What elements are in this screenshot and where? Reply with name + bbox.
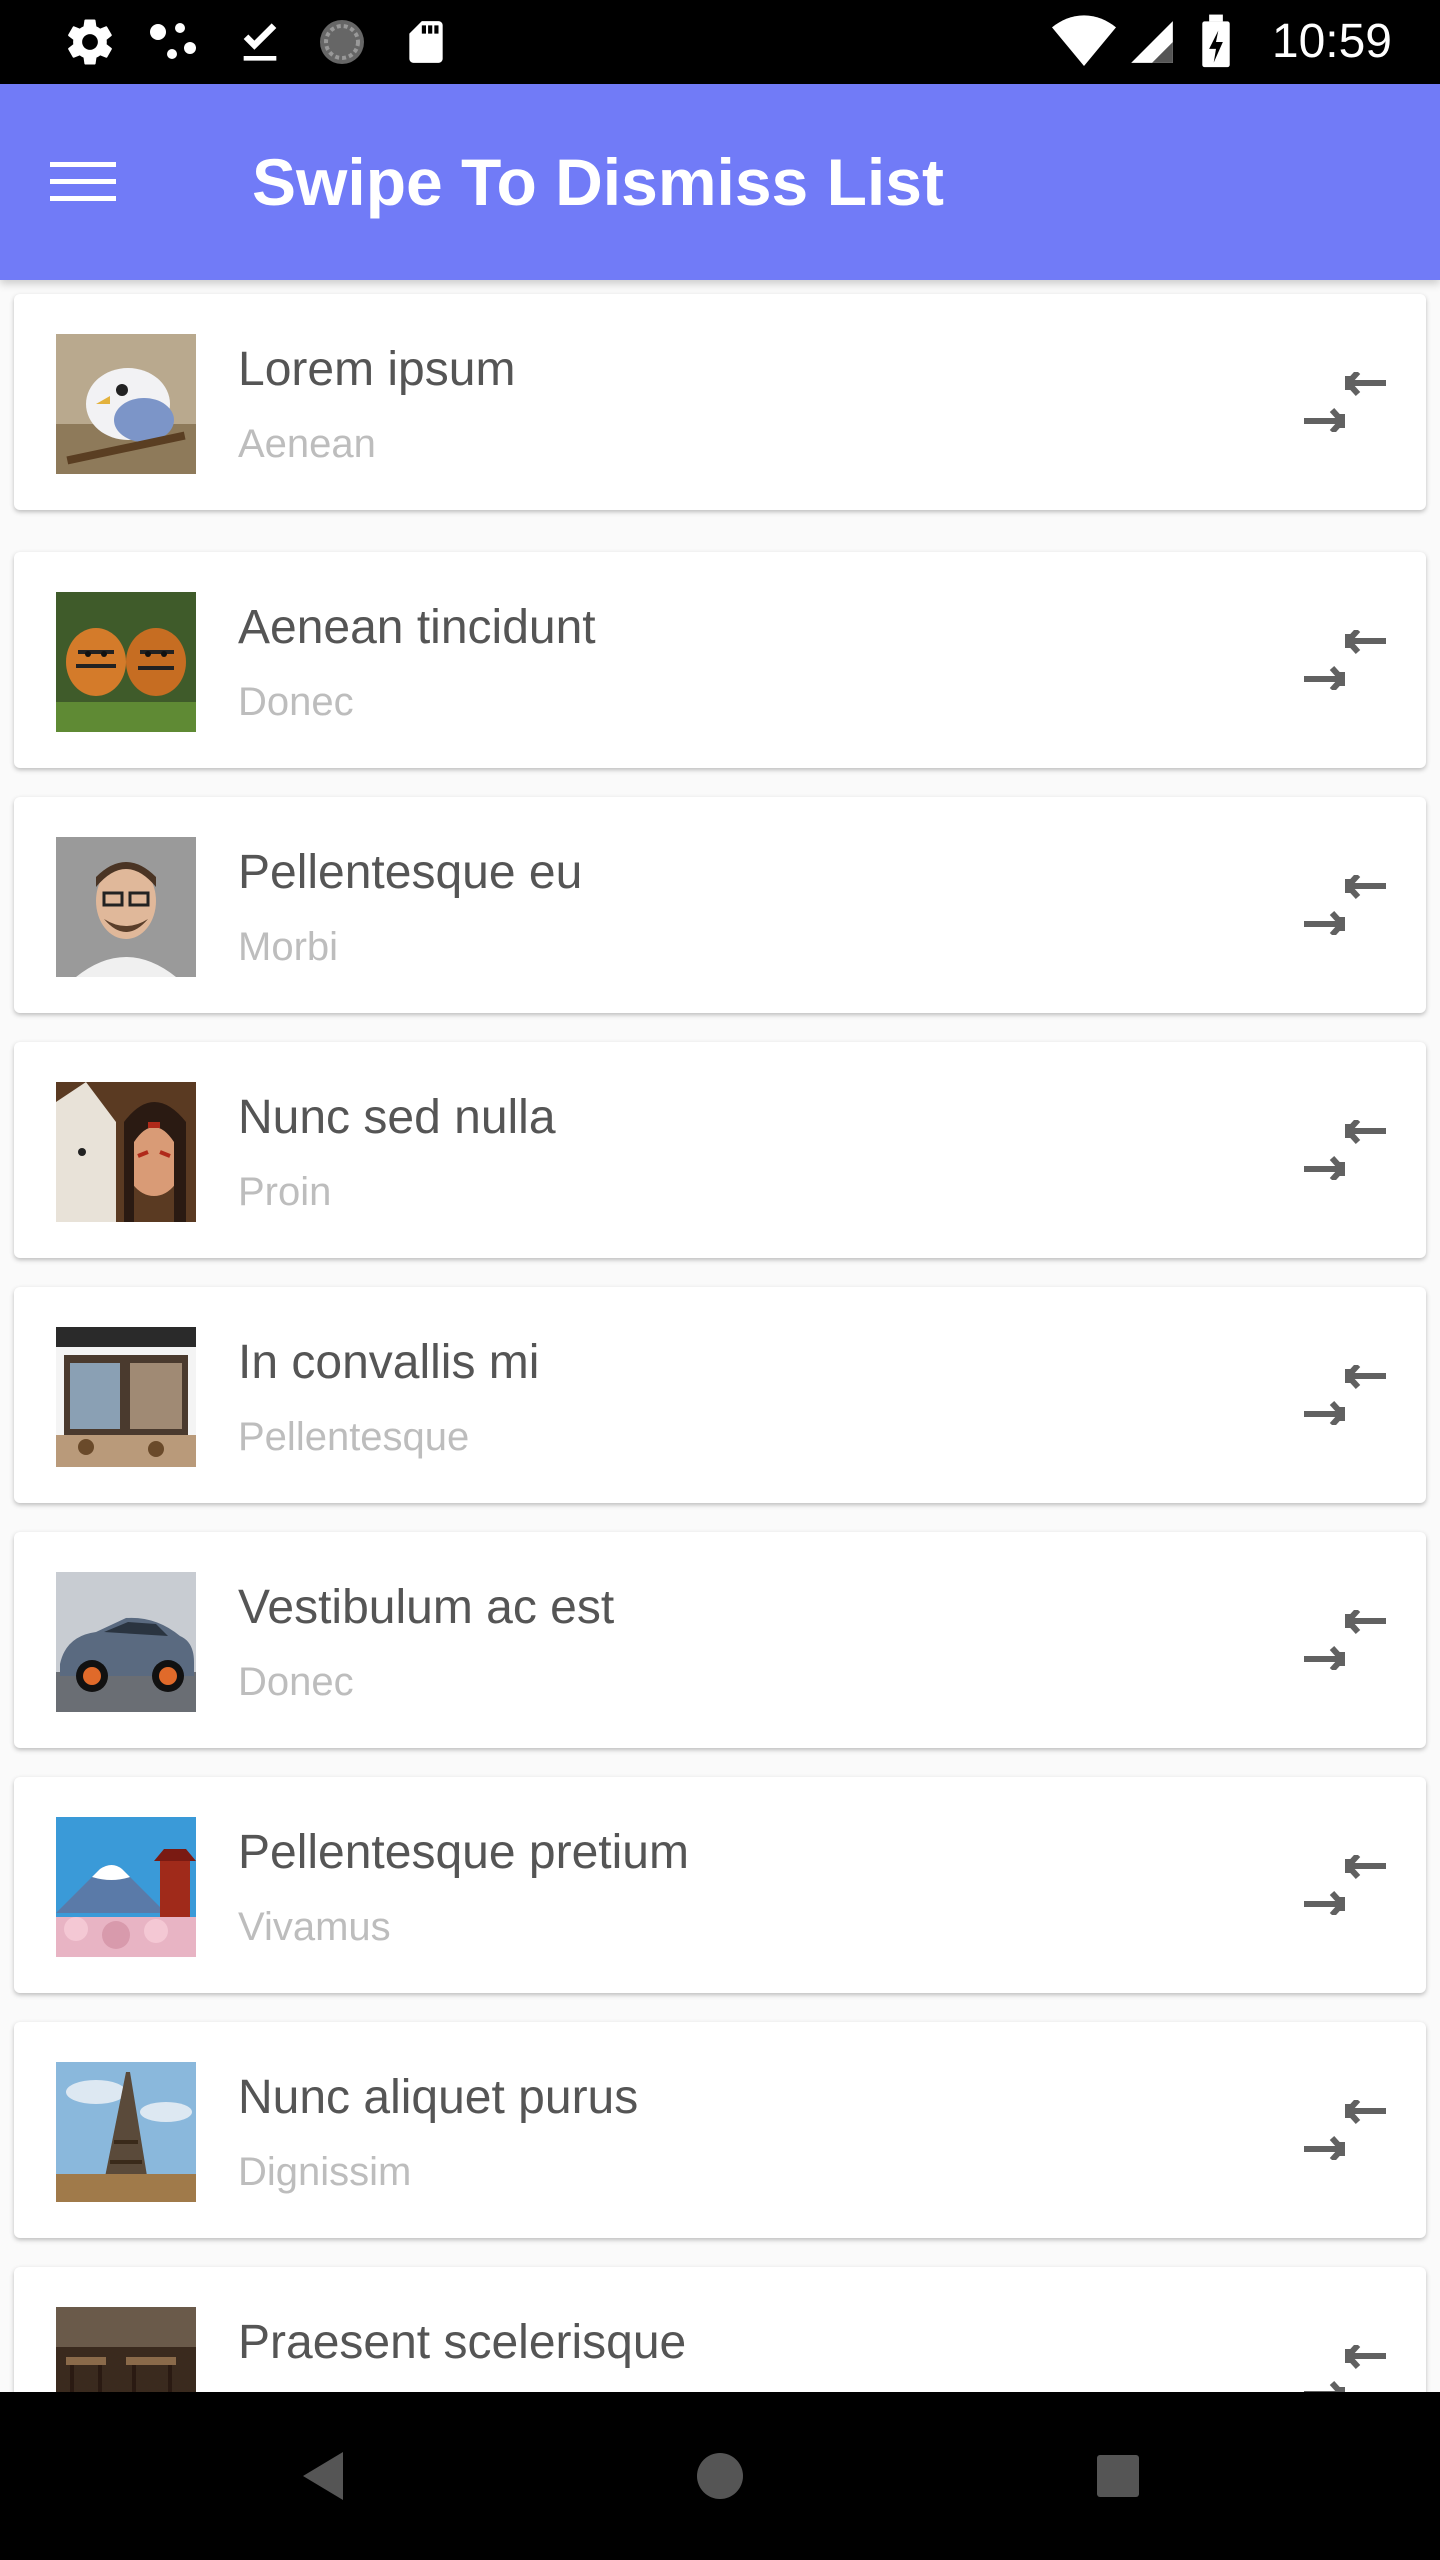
list-item[interactable]: Vestibulum ac est Donec: [14, 1532, 1426, 1748]
item-subtitle: Pellentesque: [238, 1415, 470, 1459]
car-image: [56, 1572, 196, 1712]
page-title: Swipe To Dismiss List: [252, 145, 944, 219]
list-item[interactable]: Lorem ipsum Aenean: [14, 294, 1426, 510]
man-portrait-image: [56, 837, 196, 977]
status-time: 10:59: [1271, 15, 1392, 68]
list-item[interactable]: Pellentesque pretium Vivamus: [14, 1777, 1426, 1993]
battery-charging-icon: [1196, 14, 1236, 70]
status-bar: 10:59: [0, 0, 1440, 84]
compress-arrows-icon[interactable]: [1300, 620, 1390, 700]
list-item[interactable]: Pellentesque eu Morbi: [14, 797, 1426, 1013]
item-subtitle: Vivamus: [238, 1905, 391, 1949]
item-title: Pellentesque eu: [238, 846, 583, 899]
item-title: In convallis mi: [238, 1336, 540, 1389]
item-title: Nunc sed nulla: [238, 1091, 556, 1144]
item-title: Lorem ipsum: [238, 343, 516, 396]
compress-arrows-icon[interactable]: [1300, 2090, 1390, 2170]
recents-square-icon[interactable]: [1078, 2436, 1158, 2516]
item-subtitle: Proin: [238, 1170, 332, 1214]
hamburger-menu-icon[interactable]: [50, 146, 146, 218]
app-bar: Swipe To Dismiss List: [0, 84, 1440, 280]
compress-arrows-icon[interactable]: [1300, 1600, 1390, 1680]
gear-icon: [62, 14, 118, 70]
item-title: Aenean tincidunt: [238, 601, 596, 654]
item-title: Vestibulum ac est: [238, 1581, 615, 1634]
item-subtitle: Dignissim: [238, 2150, 412, 2194]
bird-image: [56, 334, 196, 474]
item-title: Pellentesque pretium: [238, 1826, 689, 1879]
item-subtitle: Donec: [238, 680, 354, 724]
compress-arrows-icon[interactable]: [1300, 1110, 1390, 1190]
mount-fuji-image: [56, 1817, 196, 1957]
compress-arrows-icon[interactable]: [1300, 2335, 1390, 2392]
wifi-icon: [1052, 14, 1116, 70]
dots-icon: [146, 14, 202, 70]
system-nav-bar: [0, 2392, 1440, 2560]
restaurant-image: [56, 2307, 196, 2392]
compress-arrows-icon[interactable]: [1300, 1355, 1390, 1435]
screen: 10:59 Swipe To Dismiss List Lorem ipsum …: [0, 0, 1440, 2560]
sync-circle-icon: [314, 14, 370, 70]
download-done-icon: [232, 14, 288, 70]
home-circle-icon[interactable]: [680, 2436, 760, 2516]
dismiss-list[interactable]: Lorem ipsum Aenean Aenean tincidunt Done…: [0, 280, 1440, 2392]
tigers-image: [56, 592, 196, 732]
list-item[interactable]: Praesent scelerisque: [14, 2267, 1426, 2392]
signal-icon: [1124, 14, 1180, 70]
list-item[interactable]: Aenean tincidunt Donec: [14, 552, 1426, 768]
item-title: Praesent scelerisque: [238, 2316, 687, 2369]
item-subtitle: Morbi: [238, 925, 339, 969]
compress-arrows-icon[interactable]: [1300, 362, 1390, 442]
eiffel-tower-image: [56, 2062, 196, 2202]
sd-card-icon: [398, 14, 454, 70]
item-subtitle: Aenean: [238, 422, 376, 466]
back-triangle-icon[interactable]: [282, 2436, 362, 2516]
compress-arrows-icon[interactable]: [1300, 1845, 1390, 1925]
list-item[interactable]: In convallis mi Pellentesque: [14, 1287, 1426, 1503]
item-title: Nunc aliquet purus: [238, 2071, 639, 2124]
shop-front-image: [56, 1327, 196, 1467]
list-item[interactable]: Nunc aliquet purus Dignissim: [14, 2022, 1426, 2238]
compress-arrows-icon[interactable]: [1300, 865, 1390, 945]
item-subtitle: Donec: [238, 1660, 354, 1704]
wolf-warrior-image: [56, 1082, 196, 1222]
list-item[interactable]: Nunc sed nulla Proin: [14, 1042, 1426, 1258]
